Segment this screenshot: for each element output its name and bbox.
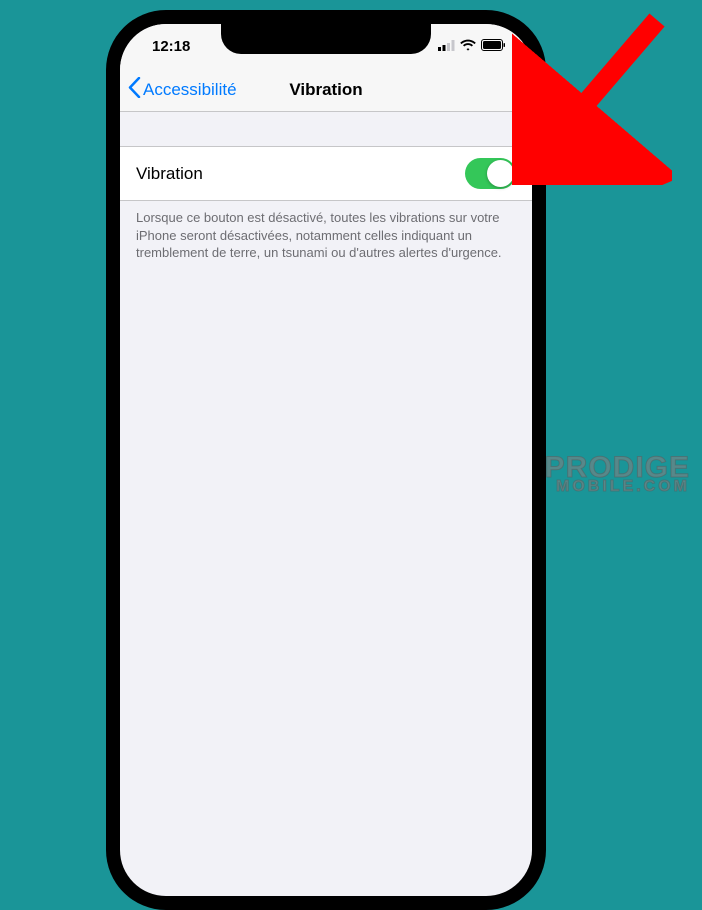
vibration-description: Lorsque ce bouton est désactivé, toutes …	[120, 201, 532, 262]
vibration-row: Vibration	[120, 146, 532, 201]
notch	[221, 24, 431, 54]
back-label: Accessibilité	[143, 80, 237, 100]
wifi-icon	[460, 38, 476, 55]
watermark-line2: MOBILE.COM	[545, 480, 690, 494]
status-indicators	[438, 38, 506, 55]
cellular-icon	[438, 38, 455, 55]
chevron-left-icon	[128, 77, 141, 103]
clock: 12:18	[152, 38, 190, 55]
toggle-knob	[487, 160, 514, 187]
screen: 12:18 Accessibilité Vibration	[120, 24, 532, 896]
navigation-bar: Accessibilité Vibration	[120, 68, 532, 112]
content-area: Vibration Lorsque ce bouton est désactiv…	[120, 112, 532, 262]
battery-icon	[481, 38, 506, 55]
vibration-label: Vibration	[136, 164, 203, 184]
vibration-toggle[interactable]	[465, 158, 516, 189]
phone-frame: 12:18 Accessibilité Vibration	[106, 10, 546, 910]
back-button[interactable]: Accessibilité	[128, 77, 237, 103]
watermark: PRODIGE MOBILE.COM	[545, 455, 690, 494]
